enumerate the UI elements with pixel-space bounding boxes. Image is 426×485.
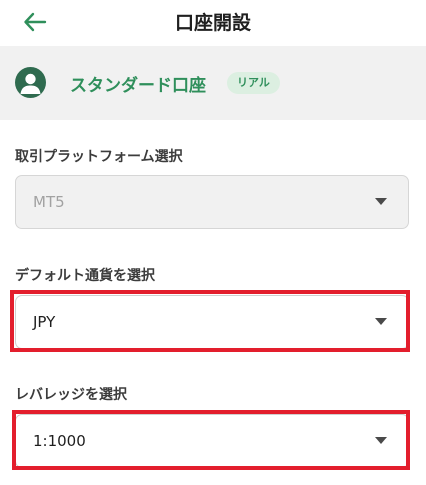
- leverage-label: レバレッジを選択: [15, 387, 127, 403]
- currency-label: デフォルト通貨を選択: [15, 268, 155, 284]
- account-banner: スタンダード口座 リアル: [0, 46, 426, 120]
- user-circle-icon: [15, 67, 46, 98]
- account-opening-page: 口座開設 スタンダード口座 リアル 取引プラットフォーム選択 MT5 デフォルト…: [0, 0, 426, 485]
- currency-select-value: JPY: [33, 313, 56, 331]
- platform-select-value: MT5: [33, 193, 65, 211]
- platform-label: 取引プラットフォーム選択: [15, 149, 183, 165]
- chevron-down-icon: [375, 198, 387, 205]
- status-badge: リアル: [227, 72, 280, 94]
- account-type-name: スタンダード口座: [70, 76, 206, 96]
- chevron-down-icon: [375, 318, 387, 325]
- platform-select: MT5: [15, 175, 409, 229]
- leverage-select-value: 1:1000: [33, 432, 86, 450]
- chevron-down-icon: [375, 437, 387, 444]
- header: 口座開設: [0, 0, 426, 46]
- page-title: 口座開設: [174, 12, 251, 34]
- currency-select[interactable]: JPY: [15, 295, 409, 349]
- leverage-select[interactable]: 1:1000: [15, 414, 409, 468]
